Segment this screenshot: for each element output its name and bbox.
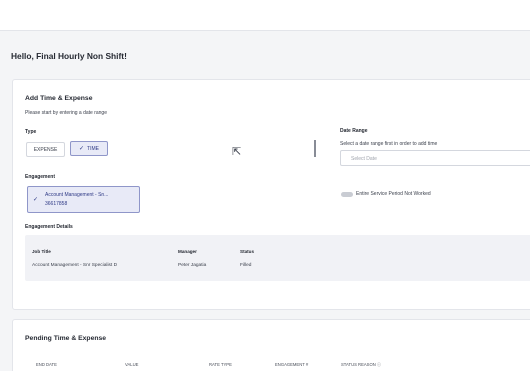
engagement-number: 36617858 xyxy=(45,201,68,207)
service-period-toggle[interactable] xyxy=(341,192,353,197)
check-icon: ✓ xyxy=(33,197,39,203)
date-range-input[interactable]: Select Date xyxy=(340,150,530,166)
add-card-title: Add Time & Expense xyxy=(25,95,93,102)
col-end-date[interactable]: END DATE xyxy=(36,362,57,367)
engagement-details-table: Job Title Manager Status Account Managem… xyxy=(25,235,530,281)
pending-time-expense-card: Pending Time & Expense END DATE VALUE RA… xyxy=(12,319,530,371)
col-value[interactable]: VALUE xyxy=(125,362,138,367)
service-period-label: Entire Service Period Not Worked xyxy=(356,191,431,197)
time-type-label: TIME xyxy=(87,145,99,152)
job-title-value: Account Management - Snr Specialist D xyxy=(32,263,118,268)
job-title-header: Job Title xyxy=(32,249,51,254)
col-engagement-number[interactable]: ENGAGEMENT # xyxy=(275,362,308,367)
top-bar xyxy=(0,0,530,31)
engagement-details-title: Engagement Details xyxy=(25,224,73,230)
col-status-reason[interactable]: STATUS REASON ⓘ xyxy=(341,362,381,368)
expense-type-label: EXPENSE xyxy=(33,146,58,153)
date-range-placeholder: Select Date xyxy=(351,156,377,162)
date-range-hint: Select a date range first in order to ad… xyxy=(340,141,438,147)
date-range-label: Date Range xyxy=(340,128,368,134)
check-icon: ✓ xyxy=(79,146,85,152)
engagement-name: Account Management - Sn... xyxy=(45,192,109,198)
engagement-selection[interactable]: ✓ Account Management - Sn... 36617858 xyxy=(27,186,140,213)
mouse-pointer-icon: ⇱ xyxy=(232,146,242,158)
status-value: Filled xyxy=(240,263,252,268)
col-rate-type[interactable]: RATE TYPE xyxy=(209,362,232,367)
pending-card-title: Pending Time & Expense xyxy=(25,335,107,342)
add-card-subtitle: Please start by entering a date range xyxy=(25,110,107,116)
expense-type-button[interactable]: EXPENSE xyxy=(26,142,65,157)
status-header: Status xyxy=(240,249,255,254)
divider-bar xyxy=(314,140,316,157)
page-greeting: Hello, Final Hourly Non Shift! xyxy=(11,51,127,61)
add-time-expense-card: Add Time & Expense Please start by enter… xyxy=(12,79,530,310)
type-label: Type xyxy=(25,129,37,135)
info-icon: ⓘ xyxy=(376,362,382,367)
engagement-label: Engagement xyxy=(25,174,56,180)
col-status-reason-label: STATUS REASON xyxy=(341,362,376,367)
manager-header: Manager xyxy=(178,249,197,254)
manager-value: Peter Jagatia xyxy=(178,263,207,268)
time-type-button[interactable]: ✓ TIME xyxy=(70,141,108,156)
